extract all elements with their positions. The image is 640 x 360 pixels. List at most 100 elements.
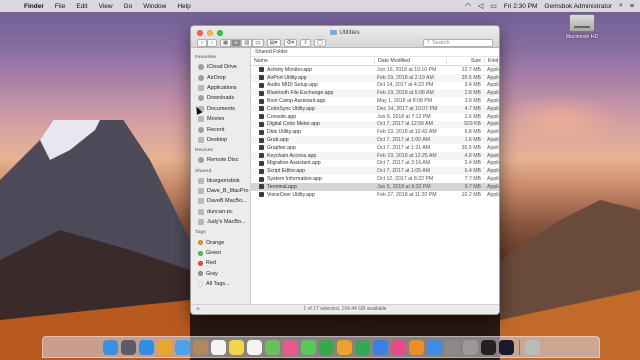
keynote-icon[interactable] (372, 339, 388, 355)
messages-icon[interactable] (300, 339, 316, 355)
arrange-button[interactable]: ▤▾ (266, 38, 281, 47)
file-row[interactable]: Terminal.app Jan 5, 2018 at 9:32 PM 9.7 MB… (251, 182, 499, 191)
menu-go[interactable]: Go (124, 3, 133, 10)
icon-view-button[interactable]: ▦ (220, 38, 232, 47)
trash-icon[interactable] (524, 339, 540, 355)
sidebar-item-airdrop[interactable]: AirDrop (191, 72, 250, 82)
sidebar-item-movies[interactable]: Movies (191, 114, 250, 124)
file-row[interactable]: Grapher.app Oct 7, 2017 at 1:21 AM 35.5 MB… (251, 144, 499, 152)
file-row[interactable]: Migration Assistant.app Oct 7, 2017 at 3:… (251, 160, 499, 168)
column-header-date[interactable]: Date Modified (374, 58, 446, 64)
file-row[interactable]: System Information.app Oct 12, 2017 at 8:… (251, 175, 499, 183)
file-row[interactable]: AirPort Utility.app Feb 19, 2018 at 2:19 … (251, 73, 499, 82)
file-row[interactable]: Keychain Access.app Feb 19, 2018 at 12:25… (251, 151, 499, 160)
file-row[interactable]: Disk Utility.app Feb 19, 2018 at 12:42 AM… (251, 128, 499, 136)
menu-app-finder[interactable]: Finder (24, 3, 44, 10)
safari-icon[interactable] (138, 339, 154, 355)
tag-button[interactable]: ◯ (313, 38, 327, 47)
mail-icon[interactable] (174, 339, 190, 355)
search-field[interactable]: ⌕ Search (423, 38, 493, 47)
notification-center-icon[interactable]: ≡ (630, 3, 634, 10)
file-row[interactable]: Boot Camp Assistant.app May 1, 2018 at 8:… (251, 97, 499, 105)
file-row[interactable]: Audio MIDI Setup.app Oct 14, 2017 at 4:23… (251, 82, 499, 90)
window-titlebar[interactable]: Utilities ‹ › ▦ ≡ ▥ ▭ ▤▾ ⚙▾ ⇪ ◯ ⌕ Search (191, 26, 499, 48)
sidebar-item-all-tags[interactable]: All Tags... (191, 279, 250, 289)
contacts-icon[interactable] (192, 339, 208, 355)
sidebar-item-shared-dave-b-macpro[interactable]: Dave_B_MacPro (191, 186, 250, 196)
menu-file[interactable]: File (55, 3, 65, 10)
sidebar-item-tag-gray[interactable]: Gray (191, 269, 250, 279)
sidebar-item-icloud-drive[interactable]: iCloud Drive (191, 62, 250, 72)
appstore-icon[interactable] (426, 339, 442, 355)
file-row[interactable]: Activity Monitor.app Jun 16, 2018 at 10:1… (251, 66, 499, 74)
back-button[interactable]: ‹ (197, 38, 207, 47)
notes-icon[interactable] (228, 339, 244, 355)
sidebar-item-applications[interactable]: Applications (191, 83, 250, 93)
file-row[interactable]: Console.app Jun 9, 2018 at 7:12 PM 2.6 MB A… (251, 113, 499, 121)
menu-view[interactable]: View (99, 3, 113, 10)
list-view-button[interactable]: ≡ (231, 38, 242, 47)
computer-icon (198, 219, 204, 226)
file-row[interactable]: Grab.app Oct 7, 2017 at 1:00 AM 1.6 MB Appl… (251, 136, 499, 144)
launchpad-icon[interactable] (120, 339, 136, 355)
menubar-clock[interactable]: Fri 2:30 PM (504, 3, 538, 10)
maps-icon[interactable] (264, 339, 280, 355)
file-date-cell: Feb 19, 2018 at 2:19 AM (377, 74, 434, 81)
sidebar-item-shared-bluegemsbok[interactable]: bluegemsbok (191, 176, 250, 186)
desktop-disk-icon[interactable]: Macintosh HD (560, 14, 604, 40)
disk-utility-icon[interactable] (462, 339, 478, 355)
file-row[interactable]: VoiceOver Utility.app Feb 27, 2018 at 11:… (251, 191, 499, 199)
chrome-icon[interactable] (156, 339, 172, 355)
file-kind-cell: Applic (487, 98, 499, 105)
file-row[interactable]: Bluetooth File Exchange.app Feb 19, 2018 … (251, 89, 499, 98)
add-sidebar-icon[interactable]: + (196, 305, 200, 314)
column-view-button[interactable]: ▥ (241, 38, 253, 47)
sidebar-item-shared-judys-macbook[interactable]: Judy's MacBo... (191, 217, 250, 227)
reminders-icon[interactable] (246, 339, 262, 355)
facetime-icon[interactable] (318, 339, 334, 355)
quicktime-icon[interactable] (498, 339, 514, 355)
sidebar-item-shared-daveb-macbook[interactable]: DaveB MacBo... (191, 196, 250, 206)
column-header-name[interactable]: Name (251, 58, 374, 64)
share-button[interactable]: ⇪ (300, 38, 311, 47)
gallery-view-button[interactable]: ▭ (252, 38, 264, 47)
sidebar-item-tag-red[interactable]: Red (191, 258, 250, 268)
volume-icon[interactable]: ◁ (478, 2, 483, 10)
sidebar-item-desktop[interactable]: Desktop (191, 135, 250, 145)
sidebar-item-shared-duncan-pc[interactable]: duncan-pc (191, 207, 250, 217)
books-icon[interactable] (408, 339, 424, 355)
terminal-icon[interactable] (480, 339, 496, 355)
wifi-icon[interactable]: ◠ (465, 2, 471, 10)
menubar-user[interactable]: Gemsbok Administrator (544, 3, 612, 10)
sidebar-item-recent[interactable]: Recent (191, 124, 250, 134)
file-name-text: System Information.app (267, 176, 322, 183)
app-icon (259, 75, 264, 81)
itunes-icon[interactable] (390, 339, 406, 355)
calendar-icon[interactable] (210, 339, 226, 355)
pages-icon[interactable] (336, 339, 352, 355)
sidebar-item-tag-orange[interactable]: Orange (191, 237, 250, 247)
menu-window[interactable]: Window (143, 3, 166, 10)
spotlight-icon[interactable]: ⌕ (619, 2, 623, 10)
file-name-cell: Script Editor.app (251, 168, 374, 174)
file-row[interactable]: Script Editor.app Oct 7, 2017 at 1:05 AM 6… (251, 167, 499, 176)
finder-icon[interactable] (102, 339, 118, 355)
sidebar-item-tag-green[interactable]: Green (191, 248, 250, 258)
file-date-cell: Oct 7, 2017 at 3:16 AM (377, 160, 431, 167)
forward-button[interactable]: › (207, 38, 217, 47)
action-gear-button[interactable]: ⚙▾ (283, 38, 298, 47)
numbers-icon[interactable] (354, 339, 370, 355)
column-header-kind[interactable]: Kind (484, 58, 499, 64)
file-row[interactable]: Digital Color Meter.app Oct 7, 2017 at 12… (251, 120, 499, 129)
menu-edit[interactable]: Edit (76, 3, 87, 10)
window-title-text: Utilities (339, 29, 360, 36)
file-row[interactable]: ColorSync Utility.app Dec 14, 2017 at 10:… (251, 104, 499, 113)
file-date-cell: Feb 19, 2018 at 12:42 AM (377, 129, 437, 136)
battery-icon[interactable]: ▭ (490, 2, 497, 10)
sidebar-item-remote-disc[interactable]: Remote Disc (191, 155, 250, 165)
preferences-icon[interactable] (444, 339, 460, 355)
column-header-size[interactable]: Size (446, 58, 484, 64)
menu-help[interactable]: Help (177, 3, 190, 10)
photos-icon[interactable] (282, 339, 298, 355)
sidebar-item-downloads[interactable]: Downloads (191, 93, 250, 103)
